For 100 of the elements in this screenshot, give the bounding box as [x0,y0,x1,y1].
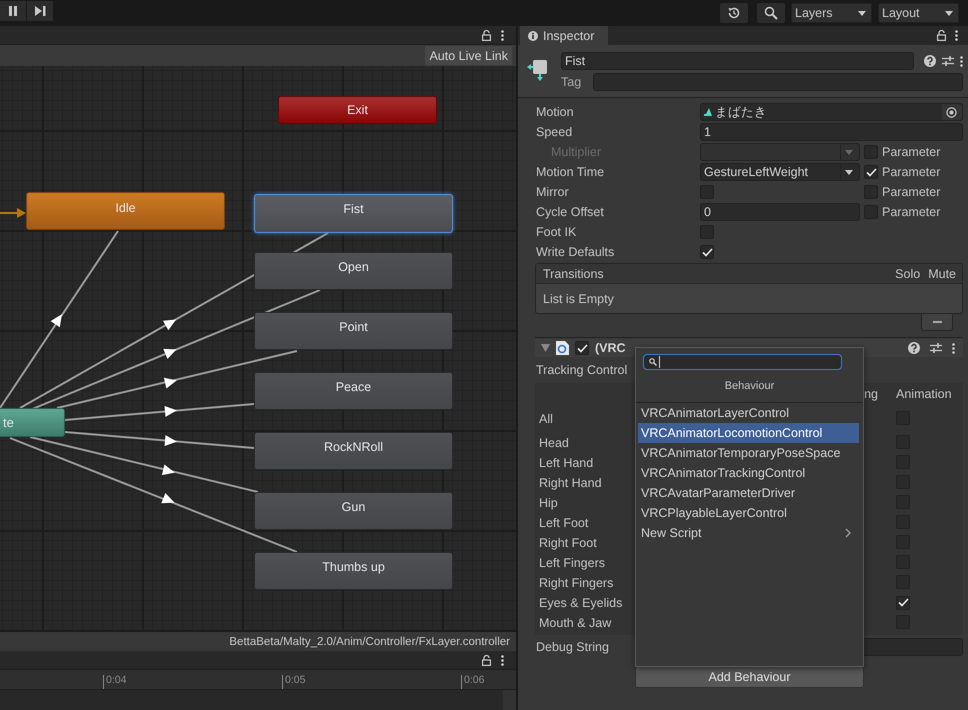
property-label: Mirror [536,185,570,199]
chevron-right-icon [845,528,851,538]
number-field[interactable]: 1 [700,123,963,141]
object-field[interactable]: まばたき [700,103,963,121]
state-node[interactable]: Thumbs up [254,552,453,590]
menu-icon[interactable] [952,342,955,354]
help-icon[interactable] [924,55,936,67]
row-label: Left Foot [539,516,588,530]
foldout-icon[interactable] [541,344,550,352]
checkbox[interactable] [575,341,589,355]
search-field[interactable] [643,354,842,370]
checkbox[interactable] [700,245,714,259]
inspector-tab[interactable]: Inspector [520,26,608,45]
parameter-dropdown[interactable]: GestureLeftWeight [700,163,860,181]
layers-dropdown[interactable]: Layers [791,3,872,23]
state-icon [527,57,549,81]
pause-icon [8,6,18,16]
column-header: ng [863,387,879,401]
state-node[interactable]: Fist [254,194,453,233]
menu-item[interactable]: VRCAnimatorLocomotionControl [638,423,859,443]
add-behaviour-button[interactable]: Add Behaviour [635,666,864,688]
lock-icon[interactable] [482,30,491,40]
state-node[interactable]: Peace [254,372,453,410]
property-label: Foot IK [536,225,578,239]
auto-live-link-button[interactable]: Auto Live Link [425,46,512,65]
row-label: Right Hand [539,476,602,490]
caret-icon [945,10,953,16]
checkbox-label: Parameter [882,145,940,159]
settings-icon[interactable] [930,342,942,354]
menu-item[interactable]: New Script [638,523,859,543]
transition-arrow[interactable] [64,403,254,421]
transition-arrow[interactable] [10,437,298,553]
menu-item[interactable]: VRCAnimatorTemporaryPoseSpace [638,443,859,463]
column-header: Mute [928,266,956,280]
row-label: Hip [539,496,558,510]
time-label: 0:05 [285,674,306,686]
step-icon [34,6,46,16]
property-label: Motion [536,105,575,119]
file-path: BettaBeta/Malty_2.0/Anim/Controller/FxLayer.controller [229,636,510,648]
help-icon[interactable] [908,342,920,354]
tag-field[interactable] [593,73,963,91]
section-label: Tracking Control [536,363,628,377]
row-label: Right Foot [539,536,597,550]
state-node[interactable]: RockNRoll [254,432,453,470]
state-node[interactable]: Exit [278,96,437,124]
state-node[interactable]: Open [254,252,453,290]
menu-item[interactable]: VRCAnimatorLayerControl [638,403,859,423]
time-label: 0:06 [464,674,484,686]
empty-message: List is Empty [543,292,614,306]
history-button[interactable] [720,3,748,23]
state-node[interactable]: Gun [254,492,453,530]
remove-button[interactable] [921,314,953,331]
name-field[interactable]: Fist [561,52,914,70]
state-node[interactable]: Point [254,312,453,350]
info-icon [528,30,538,40]
lock-icon[interactable] [482,654,491,666]
transition-arrow[interactable] [0,230,119,409]
clip-icon [704,108,713,116]
menu-item[interactable]: VRCAvatarParameterDriver [638,483,859,503]
lock-icon[interactable] [937,30,946,41]
checkbox[interactable] [896,596,910,610]
menu-icon[interactable] [501,654,504,666]
row-label: All [539,412,553,426]
caret-icon [845,170,853,174]
menu-icon[interactable] [501,30,504,40]
property-label: Speed [536,125,574,139]
row-label: Left Fingers [539,556,606,570]
row-label: Left Hand [539,456,594,470]
menu-icon[interactable] [960,56,963,66]
history-icon [727,6,741,20]
menu-item[interactable]: VRCAnimatorTrackingControl [638,463,859,483]
scrollbar[interactable] [503,690,516,710]
checkbox[interactable] [864,165,878,179]
minus-icon [932,321,942,323]
settings-icon[interactable] [942,55,954,67]
number-field[interactable]: 0 [700,203,860,221]
tag-label: Tag [561,75,582,89]
transition-arrow[interactable] [64,431,254,449]
transition-arrow[interactable] [56,350,298,409]
checkbox-label: Parameter [882,185,940,199]
row-label: Eyes & Eyelids [539,596,622,610]
step-button[interactable] [27,1,53,21]
row-label: Mouth & Jaw [539,616,612,630]
property-label: Cycle Offset [536,205,605,219]
menu-item[interactable]: VRCPlayableLayerControl [638,503,859,523]
pause-button[interactable] [0,1,26,21]
popup-header: Behaviour [724,380,774,392]
transition-arrow[interactable] [30,436,258,493]
target-icon[interactable] [946,106,956,118]
menu-icon[interactable] [955,30,958,41]
entry-arrow [0,208,26,218]
script-icon [556,341,569,355]
search-button[interactable] [757,3,785,23]
component-title: (VRC [595,341,626,355]
caret-icon [845,150,853,154]
row-label: Head [539,436,569,450]
layout-dropdown[interactable]: Layout [878,3,959,23]
search-icon [649,358,657,366]
checkbox-label: Parameter [882,205,940,219]
column-header: Solo [895,266,920,280]
